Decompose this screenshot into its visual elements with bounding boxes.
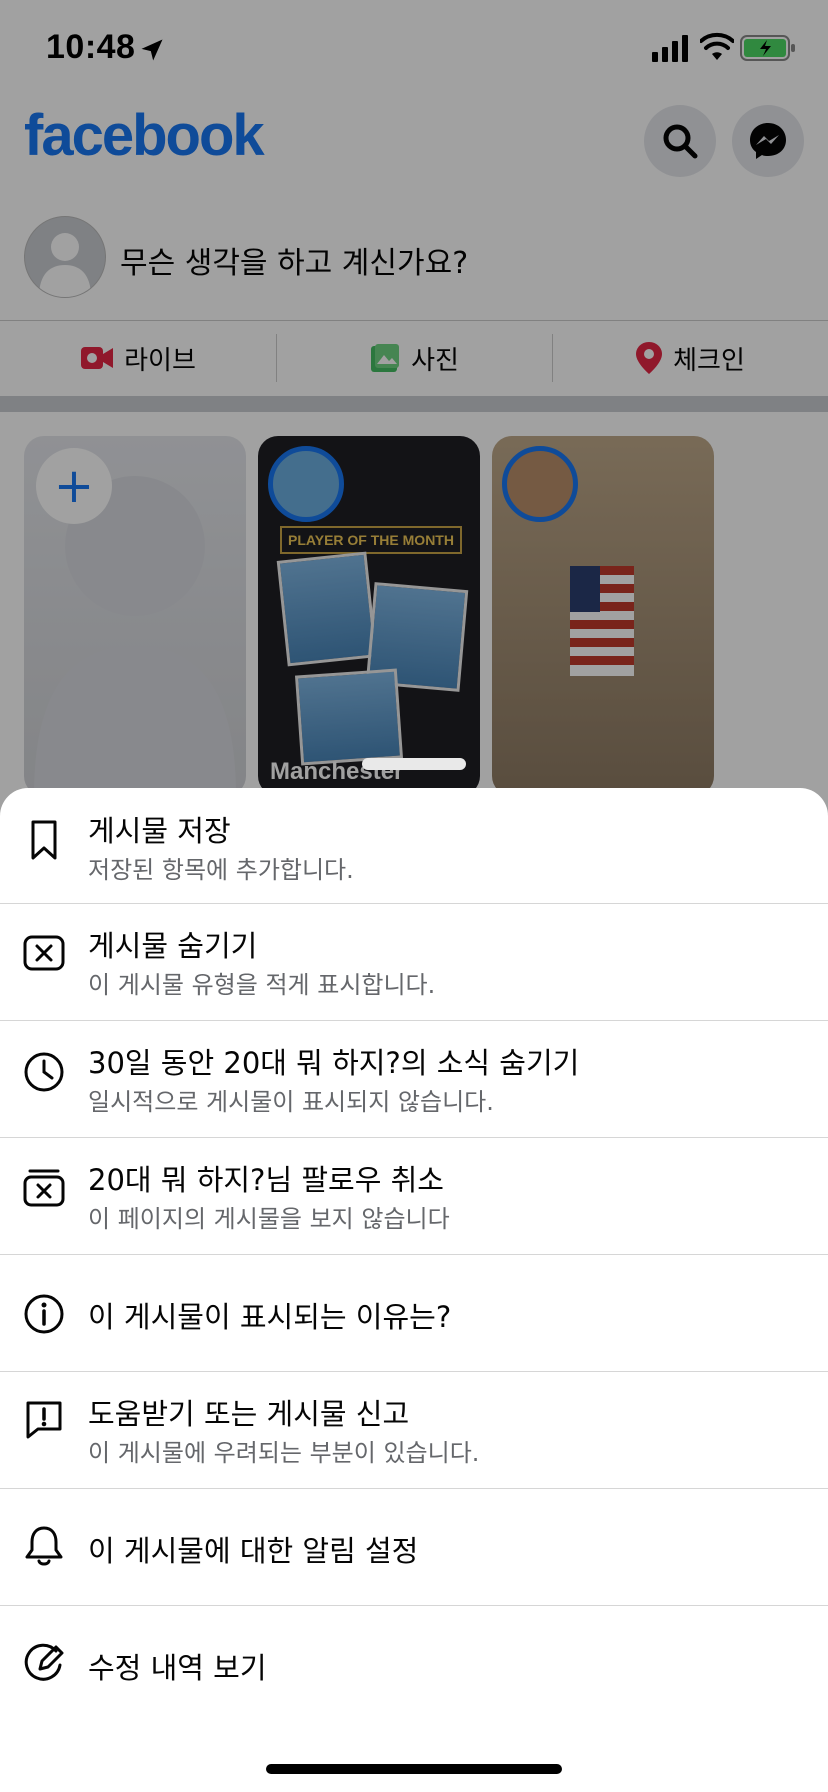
unfollow-icon xyxy=(23,1169,65,1207)
menu-title: 이 게시물에 대한 알림 설정 xyxy=(88,1534,419,1568)
divider xyxy=(0,1137,828,1138)
info-icon xyxy=(24,1294,64,1334)
menu-title: 이 게시물이 표시되는 이유는? xyxy=(88,1300,452,1334)
menu-subtitle: 일시적으로 게시물이 표시되지 않습니다. xyxy=(88,1088,494,1116)
divider xyxy=(0,1371,828,1372)
clock-icon xyxy=(24,1052,64,1092)
snooze-item[interactable]: 30일 동안 20대 뭐 하지?의 소식 숨기기 일시적으로 게시물이 표시되지… xyxy=(0,1022,828,1138)
facebook-feed: 10:48 facebook 무슨 생각을 하고 계신가요? 라이브 사진 체크… xyxy=(0,0,828,1792)
hide-post-item[interactable]: 게시물 숨기기 이 게시물 유형을 적게 표시합니다. xyxy=(0,905,828,1021)
menu-subtitle: 이 게시물 유형을 적게 표시합니다. xyxy=(88,971,436,999)
report-icon xyxy=(26,1401,62,1439)
why-seeing-item[interactable]: 이 게시물이 표시되는 이유는? xyxy=(0,1256,828,1372)
hide-post-icon xyxy=(23,935,65,971)
unfollow-item[interactable]: 20대 뭐 하지?님 팔로우 취소 이 페이지의 게시물을 보지 않습니다 xyxy=(0,1139,828,1255)
notification-settings-item[interactable]: 이 게시물에 대한 알림 설정 xyxy=(0,1490,828,1606)
menu-title: 20대 뭐 하지?님 팔로우 취소 xyxy=(88,1163,444,1197)
divider xyxy=(0,1488,828,1489)
save-post-item[interactable]: 게시물 저장 저장된 항목에 추가합니다. xyxy=(0,788,828,904)
menu-subtitle: 이 페이지의 게시물을 보지 않습니다 xyxy=(88,1205,450,1233)
divider xyxy=(0,1605,828,1606)
home-indicator[interactable] xyxy=(266,1764,562,1774)
divider xyxy=(0,903,828,904)
menu-title: 수정 내역 보기 xyxy=(88,1651,267,1685)
edit-history-icon xyxy=(24,1643,64,1681)
edit-history-item[interactable]: 수정 내역 보기 xyxy=(0,1607,828,1723)
bell-icon xyxy=(25,1526,63,1566)
menu-title: 도움받기 또는 게시물 신고 xyxy=(88,1397,410,1431)
menu-title: 게시물 숨기기 xyxy=(88,929,258,963)
divider xyxy=(0,1020,828,1021)
menu-title: 게시물 저장 xyxy=(88,814,231,848)
bookmark-icon xyxy=(31,820,57,860)
menu-subtitle: 저장된 항목에 추가합니다. xyxy=(88,856,354,884)
menu-title: 30일 동안 20대 뭐 하지?의 소식 숨기기 xyxy=(88,1046,580,1080)
report-item[interactable]: 도움받기 또는 게시물 신고 이 게시물에 우려되는 부분이 있습니다. xyxy=(0,1373,828,1489)
post-options-sheet: 게시물 저장 저장된 항목에 추가합니다. 게시물 숨기기 이 게시물 유형을 … xyxy=(0,788,828,1792)
divider xyxy=(0,1254,828,1255)
sheet-grabber[interactable] xyxy=(362,758,466,770)
menu-subtitle: 이 게시물에 우려되는 부분이 있습니다. xyxy=(88,1439,480,1467)
